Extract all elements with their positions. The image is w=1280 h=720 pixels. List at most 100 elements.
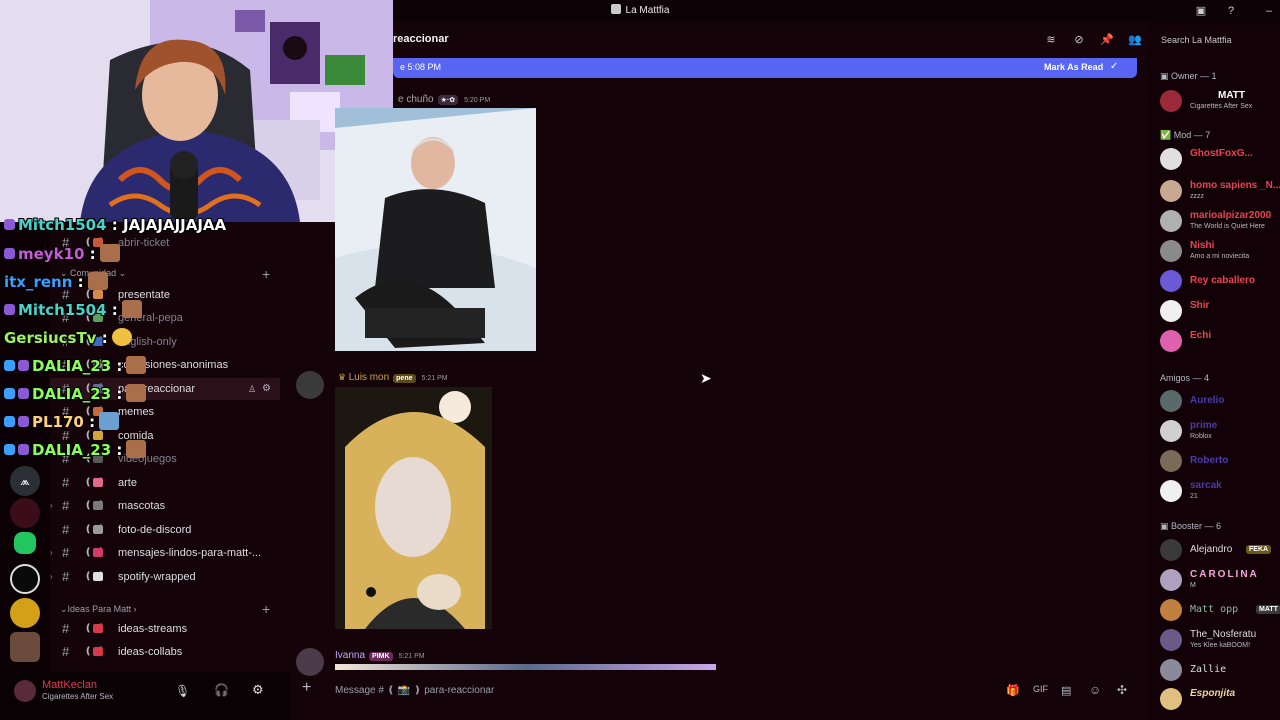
member-row[interactable]: Shir	[1158, 298, 1280, 324]
member-row[interactable]: CAROLINA M	[1158, 567, 1280, 593]
category-ideas-para-matt[interactable]: ⌄Ideas Para Matt ›	[60, 604, 137, 615]
pin-emoji-icon	[93, 647, 103, 656]
member-row[interactable]: Echi	[1158, 328, 1280, 354]
headphones-icon[interactable]: 🎧	[214, 683, 229, 697]
mark-read-icon[interactable]: ✓	[1110, 61, 1118, 72]
member-row[interactable]: Nishi Amo a mi noviecita	[1158, 238, 1280, 264]
group-mod: ✅ Mod — 7	[1160, 130, 1211, 140]
mute-bell-icon[interactable]: ⊘	[1071, 32, 1087, 48]
emote-icon	[126, 384, 147, 402]
member-row[interactable]: homo sapiens _N... zzzz	[1158, 178, 1280, 204]
server-icon-c[interactable]	[14, 532, 36, 554]
settings-gear-icon[interactable]: ⚙	[252, 682, 264, 698]
server-icon-d[interactable]	[10, 564, 40, 594]
member-row[interactable]: prime Roblox	[1158, 418, 1280, 444]
emote-icon	[121, 300, 142, 318]
role-tag-icon: ★·✿	[437, 95, 459, 105]
vip-badge-icon	[18, 416, 29, 427]
avatar	[1160, 688, 1182, 710]
pin-icon[interactable]: 📌	[1099, 32, 1115, 48]
inbox-icon[interactable]: ▣	[1194, 4, 1208, 18]
overlay-chat-line: GersiucsTv :	[4, 328, 132, 352]
avatar[interactable]	[296, 648, 324, 676]
channel-ideas-streams[interactable]: #❪ ❫ideas-streams	[50, 618, 280, 640]
minimize-icon[interactable]: –	[1262, 4, 1276, 18]
hash-icon: #	[62, 569, 70, 584]
overlay-chat-line: PL170 :	[4, 412, 120, 436]
member-row[interactable]: Aurelio	[1158, 388, 1280, 414]
sub-badge-icon	[4, 416, 15, 427]
microphone-icon[interactable]: 🎙	[175, 684, 190, 698]
channel-ideas-collabs[interactable]: #❪ ❫ideas-collabs	[50, 641, 280, 663]
overlay-chat-line: Mitch1504 : JAJAJAJJAJAA	[4, 216, 226, 240]
message-header: Ivanna PIMK 5:21 PM	[335, 650, 425, 661]
help-icon[interactable]: ?	[1224, 4, 1238, 18]
apps-icon[interactable]: ✣	[1117, 683, 1127, 697]
avatar	[1160, 270, 1182, 292]
server-icon-b[interactable]	[10, 498, 40, 528]
threads-icon[interactable]: ≋	[1043, 32, 1059, 48]
headphones-emoji-icon	[93, 572, 103, 581]
member-row[interactable]: Rey caballero	[1158, 268, 1280, 294]
sticker-icon[interactable]: ▤	[1061, 684, 1071, 697]
server-icon-a[interactable]: ⩕	[10, 466, 40, 496]
member-row[interactable]: MATT Cigarettes After Sex	[1158, 88, 1280, 114]
member-row[interactable]: Alejandro FEKA	[1158, 537, 1280, 563]
hash-icon: #	[62, 621, 70, 636]
channel-title: reaccionar	[393, 33, 449, 45]
member-row[interactable]: Roberto	[1158, 448, 1280, 474]
member-row[interactable]: GhostFoxG...	[1158, 146, 1280, 172]
hash-icon: #	[62, 498, 70, 513]
add-channel-icon[interactable]: +	[262, 601, 270, 617]
message-input[interactable]: Message # ❪ 📸 ❫ para-reaccionar	[335, 685, 494, 696]
member-row[interactable]: Zallie	[1158, 657, 1280, 683]
crown-icon: ♛	[338, 372, 349, 382]
channel-mascotas[interactable]: ›#❪ ❫mascotas	[50, 495, 280, 517]
avatar	[1160, 210, 1182, 232]
member-row[interactable]: Esponjita	[1158, 686, 1280, 712]
gift-icon[interactable]: 🎁	[1006, 684, 1020, 697]
avatar[interactable]	[296, 371, 324, 399]
overlay-chat-line: Mitch1504 :	[4, 300, 142, 324]
vip-badge-icon	[18, 360, 29, 371]
avatar	[1160, 300, 1182, 322]
message-image[interactable]	[335, 387, 492, 629]
channel-arte[interactable]: #❪ ❫arte	[50, 472, 280, 494]
avatar	[1160, 90, 1182, 112]
emote-icon	[111, 328, 132, 346]
server-icon-f[interactable]	[10, 632, 40, 662]
member-list-icon[interactable]: 👥	[1127, 32, 1143, 48]
avatar	[1160, 450, 1182, 472]
avatar[interactable]	[14, 680, 36, 702]
message-image[interactable]	[335, 108, 536, 351]
channel-spotify-wrapped[interactable]: ›#❪ ❫spotify-wrapped	[50, 566, 280, 588]
server-icon-e[interactable]	[10, 598, 40, 628]
window-title: La Mattfia	[560, 4, 720, 16]
user-name[interactable]: MattKeclan	[42, 679, 97, 691]
member-row[interactable]: marioalpizar2000 The World is Quiet Here	[1158, 208, 1280, 234]
love-letter-emoji-icon	[93, 548, 103, 557]
discord-window: La Mattfia ▣ ? – ⩕ #❪ ❫abrir-ticket ⌄ Co…	[0, 0, 1280, 720]
role-tag: pene	[393, 374, 416, 383]
sub-badge-icon	[4, 304, 15, 315]
channel-foto-de-discord[interactable]: #❪ ❫foto-de-discord	[50, 519, 280, 541]
chevron-right-icon: ›	[50, 501, 53, 510]
hash-icon: #	[62, 522, 70, 537]
avatar	[1160, 659, 1182, 681]
emoji-icon[interactable]: ☺	[1089, 683, 1101, 697]
member-row[interactable]: sarcak 21	[1158, 478, 1280, 504]
search-input[interactable]: Search La Mattfia	[1155, 30, 1280, 50]
new-messages-bar[interactable]	[393, 58, 1137, 78]
add-attachment-icon[interactable]: +	[302, 679, 311, 697]
group-booster: ▣ Booster — 6	[1160, 521, 1222, 531]
member-row[interactable]: Matt opp MATT	[1158, 597, 1280, 623]
channel-mensajes-lindos[interactable]: ›#❪ ❫mensajes-lindos-para-matt-...	[50, 542, 280, 564]
avatar	[1160, 420, 1182, 442]
mark-as-read-button[interactable]: Mark As Read	[1044, 62, 1103, 72]
member-row[interactable]: The_Nosferatu Yes Klee kaBOOM!	[1158, 627, 1280, 653]
avatar	[1160, 599, 1182, 621]
gif-icon[interactable]: GIF	[1033, 684, 1048, 694]
photo-emoji-icon	[93, 525, 103, 534]
user-status: Cigarettes After Sex	[42, 692, 114, 701]
message-image[interactable]	[335, 664, 716, 670]
